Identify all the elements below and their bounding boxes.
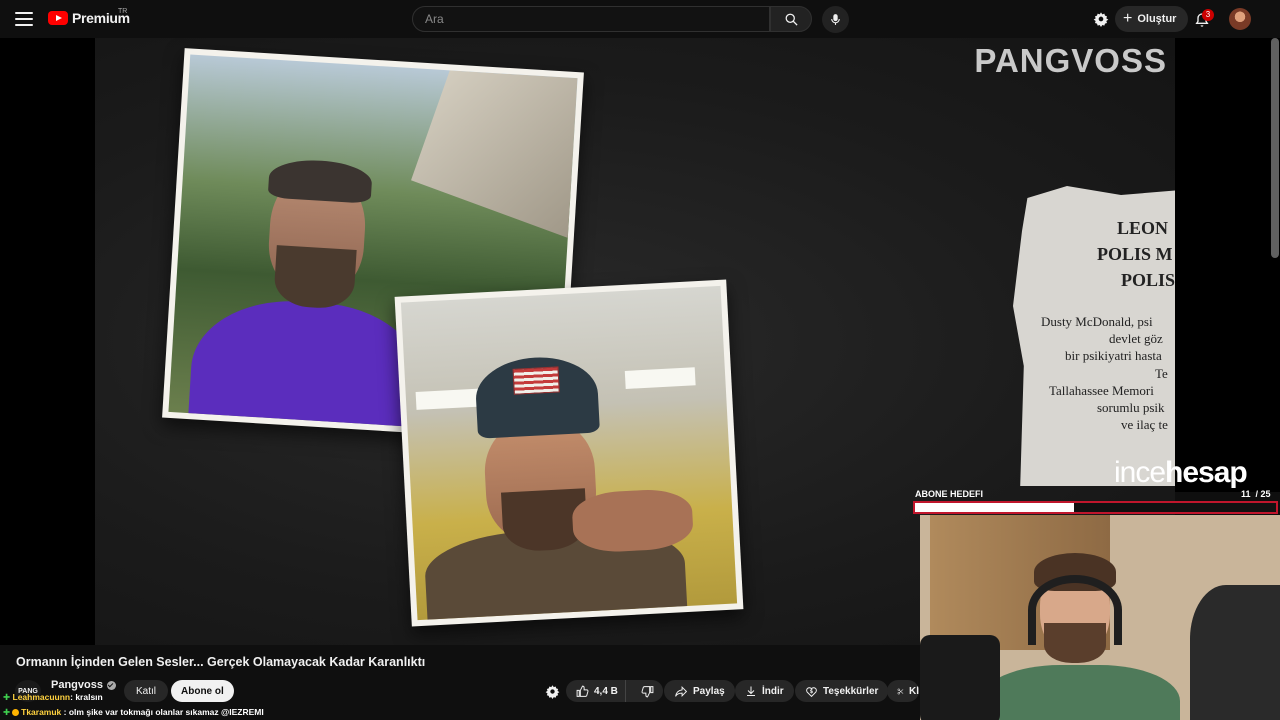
sponsor-logo-bold: hesap: [1165, 456, 1248, 489]
alert-badge-icon: [12, 709, 20, 716]
newspaper-body: Tallahassee Memori: [1049, 383, 1154, 398]
chat-message: ✚ Tkaramuk : olm şike var tokmağı olanlar…: [3, 707, 264, 718]
create-label: Oluştur: [1137, 13, 1177, 25]
newspaper-clipping: LEON POLIS M POLIS Dusty McDonald, psi d…: [1013, 186, 1175, 486]
like-button[interactable]: 4,4 B: [566, 680, 626, 702]
thanks-heart-icon: $: [806, 686, 817, 697]
top-bar: Premium TR + Oluştur 3: [0, 0, 1280, 38]
sponsor-logo-light: ince: [1114, 456, 1166, 489]
subscriber-goal-count: 11 / 25: [1241, 489, 1271, 499]
scissors-icon: [897, 688, 904, 694]
chat-text: : olm şike var tokmağı olanlar sıkamaz @…: [63, 707, 264, 717]
create-button[interactable]: + Oluştur: [1115, 6, 1189, 32]
newspaper-headline: POLIS M: [1097, 244, 1173, 264]
plus-icon: +: [1123, 10, 1133, 27]
dislike-button[interactable]: [631, 680, 663, 702]
gear-icon: [1093, 12, 1109, 27]
newspaper-headline: LEON: [1117, 218, 1169, 238]
share-button[interactable]: Paylaş: [664, 680, 735, 702]
chat-username: Tkaramuk: [21, 707, 62, 717]
flag-patch-icon: [512, 366, 560, 395]
search-button[interactable]: [770, 6, 812, 32]
goal-current: 11: [1241, 489, 1251, 499]
voice-search-button[interactable]: [822, 6, 849, 33]
logo-region: TR: [118, 8, 128, 15]
like-dislike-group: 4,4 B: [566, 680, 663, 702]
youtube-play-icon: [48, 11, 68, 25]
search-icon: [785, 13, 798, 26]
page-scrollbar[interactable]: [1271, 38, 1279, 258]
thumbs-down-icon: [641, 685, 653, 697]
gear-icon[interactable]: [545, 684, 560, 699]
streamer-webcam: [920, 515, 1280, 720]
newspaper-body: Te: [1155, 366, 1168, 381]
notification-badge: 3: [1202, 9, 1214, 21]
headset-icon: [1028, 575, 1122, 645]
plus-icon: ✚: [3, 692, 11, 702]
newspaper-body: bir psikiyatri hasta: [1065, 348, 1162, 363]
subscriber-goal-bar: [913, 501, 1278, 514]
share-label: Paylaş: [693, 685, 725, 697]
player-right-gutter: [1175, 38, 1280, 492]
newspaper-body: Dusty McDonald, psi: [1041, 314, 1153, 329]
search-box: [412, 6, 770, 32]
newspaper-body: sorumlu psik: [1097, 400, 1165, 415]
newspaper-body: devlet göz: [1109, 331, 1163, 346]
thanks-button[interactable]: $ Teşekkürler: [795, 680, 889, 702]
download-icon: [747, 686, 755, 696]
like-count: 4,4 B: [594, 685, 618, 697]
newspaper-headline: POLIS: [1121, 270, 1175, 290]
channel-watermark: PANGVOSS: [974, 42, 1167, 79]
thumbs-up-icon: [576, 685, 589, 697]
goal-total: / 25: [1255, 489, 1271, 499]
microphone-icon: [831, 14, 840, 25]
player-left-gutter: [0, 38, 95, 645]
plus-icon: ✚: [3, 707, 11, 717]
verified-icon: [106, 680, 116, 690]
subscribe-button[interactable]: Abone ol: [171, 680, 234, 702]
clip-button[interactable]: Kl: [887, 680, 919, 702]
download-button[interactable]: İndir: [735, 680, 794, 702]
chat-text: : kralsın: [70, 692, 103, 702]
video-title: Ormanın İçinden Gelen Sesler... Gerçek O…: [16, 655, 426, 669]
chat-username: Leahmacuunn: [12, 692, 71, 702]
subscriber-goal-fill: [915, 503, 1074, 512]
share-icon: [675, 685, 688, 697]
join-button[interactable]: Katıl: [124, 680, 169, 702]
account-avatar[interactable]: [1229, 8, 1251, 30]
newspaper-body: ve ilaç te: [1121, 417, 1168, 432]
subscriber-goal-label: ABONE HEDEFI: [915, 489, 984, 499]
channel-name-text: Pangvoss: [51, 679, 103, 691]
microphone-arm: [920, 635, 1000, 720]
channel-name[interactable]: Pangvoss: [51, 679, 116, 691]
search-input[interactable]: [413, 7, 769, 31]
extension-button[interactable]: [1091, 9, 1111, 29]
chat-message: ✚ Leahmacuunn: kralsın: [3, 692, 103, 703]
sponsor-logo: incehesap: [1114, 456, 1248, 490]
thanks-label: Teşekkürler: [823, 685, 879, 697]
video-photo-right: [394, 279, 744, 627]
clip-label: Kl: [909, 685, 919, 697]
download-label: İndir: [762, 685, 784, 697]
menu-icon[interactable]: [14, 9, 34, 29]
